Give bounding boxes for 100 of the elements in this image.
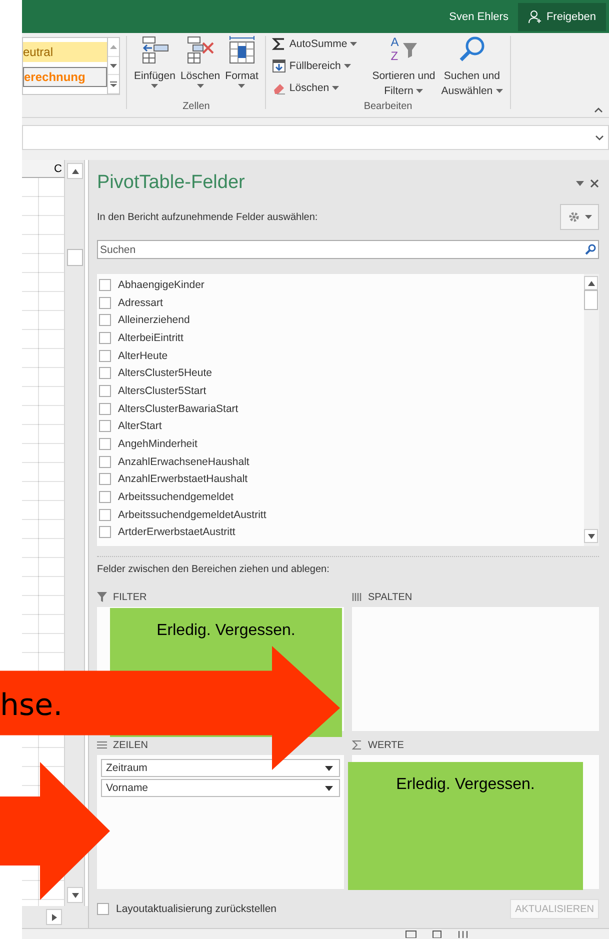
checkbox[interactable] xyxy=(99,367,111,380)
arrow-label: hse. xyxy=(0,688,63,723)
caret-icon xyxy=(584,215,592,219)
scroll-thumb[interactable] xyxy=(67,249,83,266)
eraser-icon xyxy=(272,81,286,95)
field-prompt: In den Bericht aufzunehmende Felder auswählen: xyxy=(97,212,318,222)
sort-letter: Z xyxy=(390,49,398,63)
ribbon-button[interactable]: Suchen und Auswählen xyxy=(440,35,504,98)
scroll-thumb[interactable] xyxy=(584,290,598,310)
field-item[interactable]: AlterStart xyxy=(99,418,162,436)
more-icon[interactable] xyxy=(110,81,117,88)
list-scrollbar[interactable] xyxy=(584,274,599,546)
search-icon[interactable] xyxy=(585,244,596,255)
field-item[interactable]: Arbeitssuchendgemeldet xyxy=(99,488,234,506)
ribbon-button[interactable]: Füllbereich xyxy=(272,57,358,75)
format-cells-icon xyxy=(226,35,257,65)
field-item[interactable]: AlterHeute xyxy=(99,346,168,364)
filter-icon xyxy=(97,592,107,602)
checkbox[interactable] xyxy=(99,526,111,538)
ribbon-button[interactable]: Löschen xyxy=(179,35,222,89)
checkbox[interactable] xyxy=(99,314,111,326)
ribbon-button[interactable]: AutoSumme xyxy=(272,35,358,53)
scroll-up-icon[interactable] xyxy=(588,280,594,286)
page-break-icon[interactable] xyxy=(457,929,469,938)
scroll-down-icon[interactable] xyxy=(72,892,78,898)
horizontal-scrollbar[interactable] xyxy=(22,906,88,928)
checkbox[interactable] xyxy=(99,456,111,468)
share-button[interactable]: Freigeben xyxy=(518,2,606,30)
checkbox[interactable] xyxy=(99,473,111,486)
checkbox[interactable] xyxy=(99,420,111,432)
person-add-icon xyxy=(528,10,542,24)
scroll-right-icon[interactable] xyxy=(52,914,56,920)
sigma-icon xyxy=(352,740,362,750)
settings-button[interactable] xyxy=(560,204,599,230)
checkbox[interactable] xyxy=(99,350,111,362)
field-item[interactable]: AnzahlErwerbstaetHaushalt xyxy=(99,470,248,488)
field-item[interactable]: AltersCluster5Start xyxy=(99,382,206,400)
area-label: WERTE xyxy=(368,740,404,750)
note-tooltip: Erledig. Vergessen. xyxy=(348,762,583,890)
checkbox[interactable] xyxy=(99,384,111,397)
sort-letter: A xyxy=(390,35,399,49)
scroll-up-icon[interactable] xyxy=(72,168,78,174)
caret-icon xyxy=(416,88,424,94)
scroll-down-icon[interactable] xyxy=(110,64,117,68)
field-item[interactable]: ArbeitssuchendgemeldetAustritt xyxy=(99,506,266,524)
group-label: Zellen xyxy=(182,101,210,114)
caret-icon xyxy=(196,84,204,89)
settings-icon xyxy=(568,211,580,223)
area-label: ZEILEN xyxy=(113,740,148,750)
caret-icon xyxy=(325,786,333,790)
scroll-down-icon[interactable] xyxy=(588,534,594,538)
search-field[interactable]: Suchen xyxy=(100,244,585,256)
user-name: Sven Ehlers xyxy=(449,10,508,22)
area-field[interactable]: Vorname xyxy=(101,779,340,797)
caret-icon xyxy=(344,64,351,68)
normal-view-icon[interactable] xyxy=(405,929,417,938)
field-item[interactable]: Alleinerziehend xyxy=(99,311,190,330)
collapse-ribbon-icon[interactable] xyxy=(594,107,603,113)
ribbon-button[interactable]: Format xyxy=(224,35,260,89)
field-item[interactable]: AltersCluster5Heute xyxy=(99,364,212,382)
delete-cells-icon xyxy=(185,35,216,65)
checkbox[interactable] xyxy=(99,296,111,309)
checkbox[interactable] xyxy=(97,903,109,915)
field-item[interactable]: ArtderErwerbstaetAustritt xyxy=(99,524,236,542)
group-label: Bearbeiten xyxy=(364,101,412,114)
field-item[interactable]: Adressart xyxy=(99,294,163,312)
search-box[interactable]: Suchen xyxy=(97,240,599,259)
checkbox[interactable] xyxy=(99,491,111,504)
field-item[interactable]: AngehMinderheit xyxy=(99,435,198,453)
ribbon-button[interactable]: Einfügen xyxy=(133,35,176,89)
area-label: FILTER xyxy=(113,592,147,602)
caret-icon xyxy=(151,84,158,89)
columns-icon xyxy=(352,592,362,602)
area-field[interactable]: Zeitraum xyxy=(101,759,340,777)
ribbon-button[interactable]: Löschen xyxy=(272,79,358,97)
caret-icon xyxy=(238,84,246,89)
area-label: SPALTEN xyxy=(368,592,412,602)
caret-icon xyxy=(350,42,358,46)
checkbox[interactable] xyxy=(99,278,111,291)
page-layout-icon[interactable] xyxy=(431,929,443,938)
expand-icon[interactable] xyxy=(595,134,604,140)
fill-down-icon xyxy=(272,59,286,73)
defer-checkbox[interactable]: Layoutaktualisierung zurückstellen xyxy=(97,903,277,915)
drop-area[interactable]: Zeitraum Vorname xyxy=(97,755,344,889)
field-item[interactable]: AnzahlErwachseneHaushalt xyxy=(99,452,250,471)
dropdown-icon[interactable] xyxy=(576,180,584,186)
areas-prompt: Felder zwischen den Bereichen ziehen und ablegen: xyxy=(97,564,330,575)
column-header[interactable]: C xyxy=(22,160,65,178)
checkbox[interactable] xyxy=(99,402,111,415)
caret-icon xyxy=(496,88,503,94)
close-icon[interactable] xyxy=(590,178,599,188)
sigma-icon xyxy=(272,37,286,51)
cell-style[interactable]: eutral xyxy=(23,42,107,62)
field-item[interactable]: AltersClusterBawariaStart xyxy=(99,400,238,418)
checkbox[interactable] xyxy=(99,508,111,521)
checkbox[interactable] xyxy=(99,332,111,344)
ribbon-button[interactable]: A Z Sortieren und Filtern xyxy=(371,35,436,98)
checkbox[interactable] xyxy=(99,438,111,450)
field-item[interactable]: AbhaengigeKinder xyxy=(99,276,204,294)
field-item[interactable]: AlterbeiEintritt xyxy=(99,329,184,347)
